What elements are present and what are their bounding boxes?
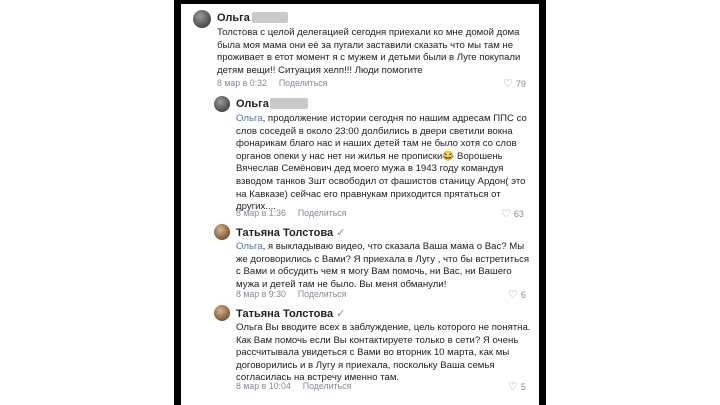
comment-text: Ольга, я выкладываю видео, что сказала В… bbox=[236, 241, 530, 290]
avatar[interactable] bbox=[214, 305, 230, 321]
like-button[interactable]: ♡ 79 bbox=[503, 77, 526, 90]
comment-reply: Ольга Ольга, продолжение истории сегодня… bbox=[181, 92, 539, 222]
comment-text: Ольга Вы вводите всех в заблуждение, цел… bbox=[236, 322, 531, 384]
verified-icon: ✓ bbox=[336, 308, 346, 320]
verified-icon: ✓ bbox=[336, 227, 346, 239]
like-count: 5 bbox=[520, 382, 526, 392]
comments-panel: Ольга Толстова с целой делегацией сегодн… bbox=[181, 4, 539, 405]
heart-icon: ♡ bbox=[508, 381, 518, 393]
share-button[interactable]: Поделиться bbox=[298, 208, 347, 218]
comment-date[interactable]: 8 мар в 10:04 bbox=[236, 381, 291, 391]
like-button[interactable]: ♡ 63 bbox=[501, 207, 524, 220]
comment-date[interactable]: 8 мар в 0:32 bbox=[217, 78, 267, 88]
redacted-surname bbox=[252, 12, 288, 23]
like-button[interactable]: ♡ 6 bbox=[508, 288, 526, 301]
share-button[interactable]: Поделиться bbox=[303, 381, 352, 391]
comment-date[interactable]: 8 мар в 9:30 bbox=[236, 289, 286, 299]
comment: Ольга Толстова с целой делегацией сегодн… bbox=[181, 4, 539, 94]
comment-reply: Татьяна Толстова ✓ Ольга Вы вводите всех … bbox=[181, 301, 539, 405]
avatar[interactable] bbox=[214, 96, 230, 112]
heart-icon: ♡ bbox=[503, 78, 513, 90]
avatar[interactable] bbox=[193, 10, 211, 28]
comment-reply: Татьяна Толстова ✓ Ольга, я выкладываю ви… bbox=[181, 220, 539, 302]
avatar[interactable] bbox=[214, 224, 230, 240]
mention-link[interactable]: Ольга bbox=[236, 241, 263, 252]
redacted-surname bbox=[270, 98, 308, 109]
like-button[interactable]: ♡ 5 bbox=[508, 380, 526, 393]
comment-author[interactable]: Ольга bbox=[217, 12, 250, 24]
like-count: 63 bbox=[513, 209, 524, 219]
comment-text: Толстова с целой делегацией сегодня прие… bbox=[217, 27, 521, 76]
mention-link[interactable]: Ольга bbox=[236, 113, 263, 124]
comment-author[interactable]: Ольга bbox=[236, 98, 269, 110]
heart-icon: ♡ bbox=[508, 289, 518, 301]
like-count: 79 bbox=[515, 79, 526, 89]
comment-meta: 8 мар в 1:36 Поделиться bbox=[236, 208, 346, 218]
heart-icon: ♡ bbox=[501, 208, 511, 220]
comment-meta: 8 мар в 9:30 Поделиться bbox=[236, 289, 346, 299]
like-count: 6 bbox=[520, 290, 526, 300]
comment-author[interactable]: Татьяна Толстова ✓ bbox=[236, 226, 345, 239]
comment-author[interactable]: Татьяна Толстова ✓ bbox=[236, 307, 345, 320]
share-button[interactable]: Поделиться bbox=[279, 78, 328, 88]
comment-meta: 8 мар в 0:32 Поделиться bbox=[217, 78, 327, 88]
comment-meta: 8 мар в 10:04 Поделиться bbox=[236, 381, 351, 391]
comment-text: Ольга, продолжение истории сегодня по на… bbox=[236, 113, 527, 213]
share-button[interactable]: Поделиться bbox=[298, 289, 347, 299]
comment-date[interactable]: 8 мар в 1:36 bbox=[236, 208, 286, 218]
